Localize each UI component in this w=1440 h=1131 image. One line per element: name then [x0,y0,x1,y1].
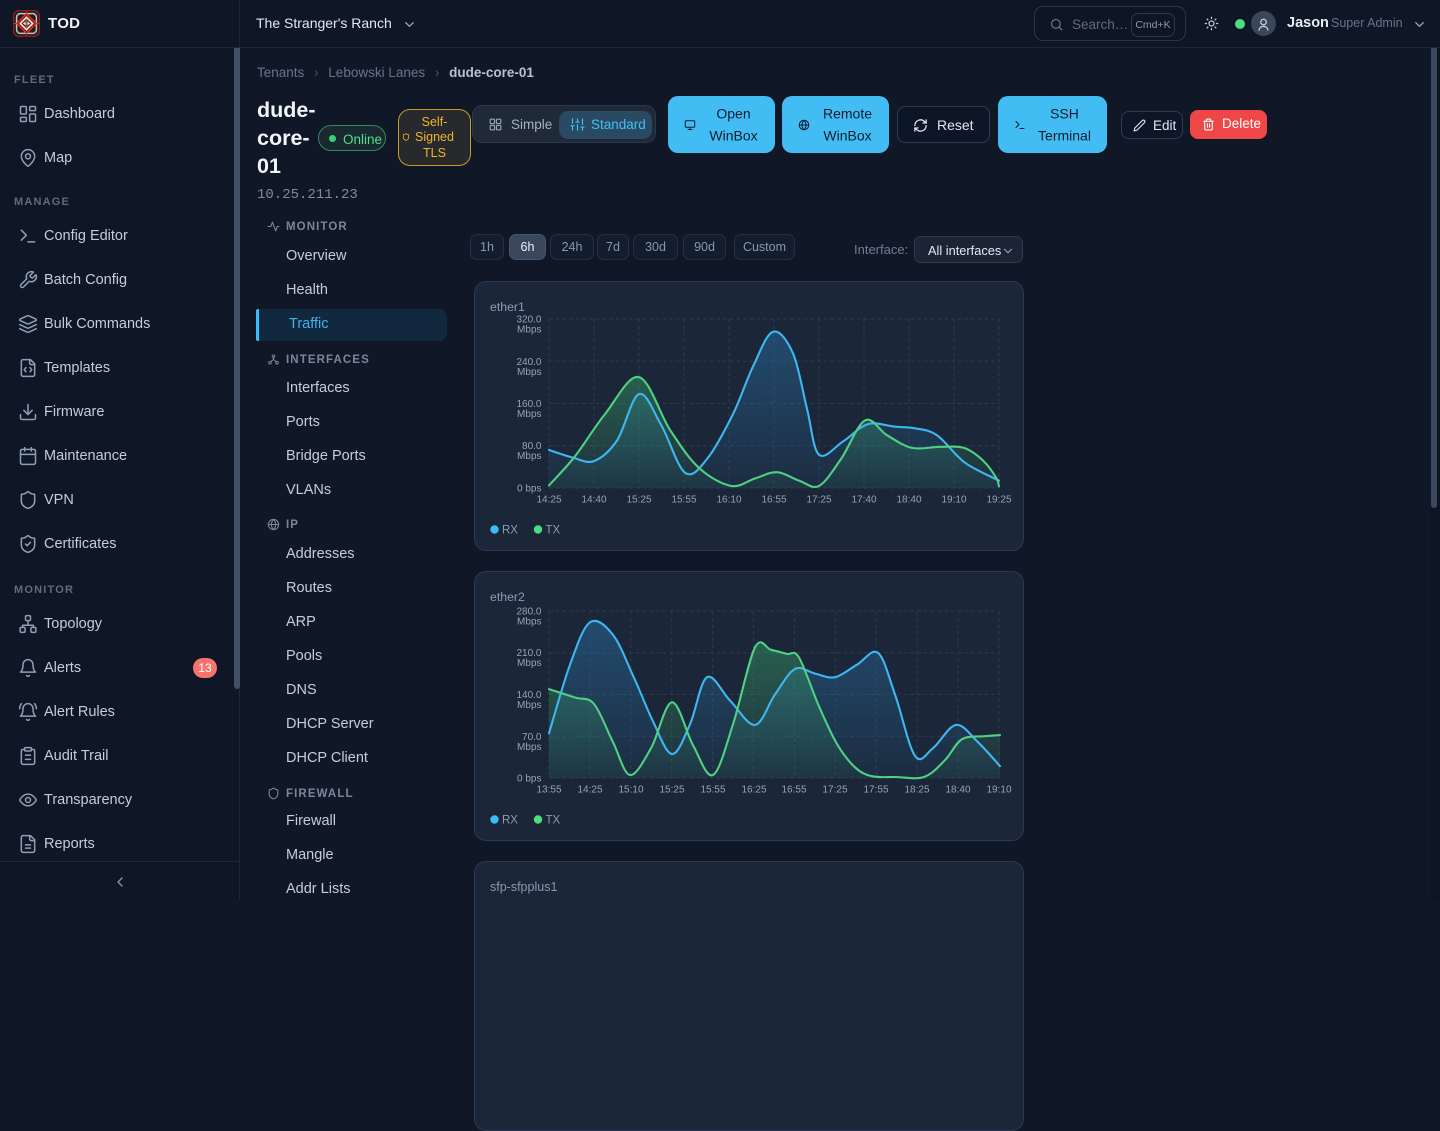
svg-text:Mbps: Mbps [517,409,541,420]
svg-text:Mbps: Mbps [517,742,541,753]
svg-text:Mbps: Mbps [517,451,541,462]
svg-text:RX: RX [502,525,518,537]
svg-text:15:25: 15:25 [659,785,684,796]
svg-text:18:40: 18:40 [896,495,921,506]
svg-text:Mbps: Mbps [517,367,541,378]
svg-text:18:40: 18:40 [945,785,970,796]
svg-text:14:25: 14:25 [536,495,561,506]
svg-text:RX: RX [502,815,518,827]
svg-text:16:25: 16:25 [741,785,766,796]
svg-text:0 bps: 0 bps [517,774,541,785]
svg-text:15:25: 15:25 [626,495,651,506]
svg-text:14:25: 14:25 [577,785,602,796]
svg-text:17:25: 17:25 [806,495,831,506]
svg-text:TX: TX [546,815,561,827]
svg-text:TX: TX [546,525,561,537]
svg-text:15:55: 15:55 [700,785,725,796]
svg-text:Mbps: Mbps [517,617,541,628]
svg-text:Mbps: Mbps [517,700,541,711]
svg-text:ether2: ether2 [490,590,525,604]
svg-text:19:10: 19:10 [986,785,1011,796]
svg-text:17:40: 17:40 [851,495,876,506]
svg-text:19:10: 19:10 [941,495,966,506]
svg-text:Mbps: Mbps [517,658,541,669]
svg-text:ether1: ether1 [490,300,525,314]
svg-text:15:10: 15:10 [618,785,643,796]
svg-text:19:25: 19:25 [986,495,1011,506]
svg-text:16:55: 16:55 [761,495,786,506]
svg-text:14:40: 14:40 [581,495,606,506]
svg-text:Mbps: Mbps [517,325,541,336]
svg-text:17:25: 17:25 [822,785,847,796]
svg-text:13:55: 13:55 [536,785,561,796]
svg-text:18:25: 18:25 [904,785,929,796]
svg-text:17:55: 17:55 [863,785,888,796]
svg-text:15:55: 15:55 [671,495,696,506]
svg-text:16:10: 16:10 [716,495,741,506]
svg-text:16:55: 16:55 [781,785,806,796]
svg-text:0 bps: 0 bps [517,484,541,495]
